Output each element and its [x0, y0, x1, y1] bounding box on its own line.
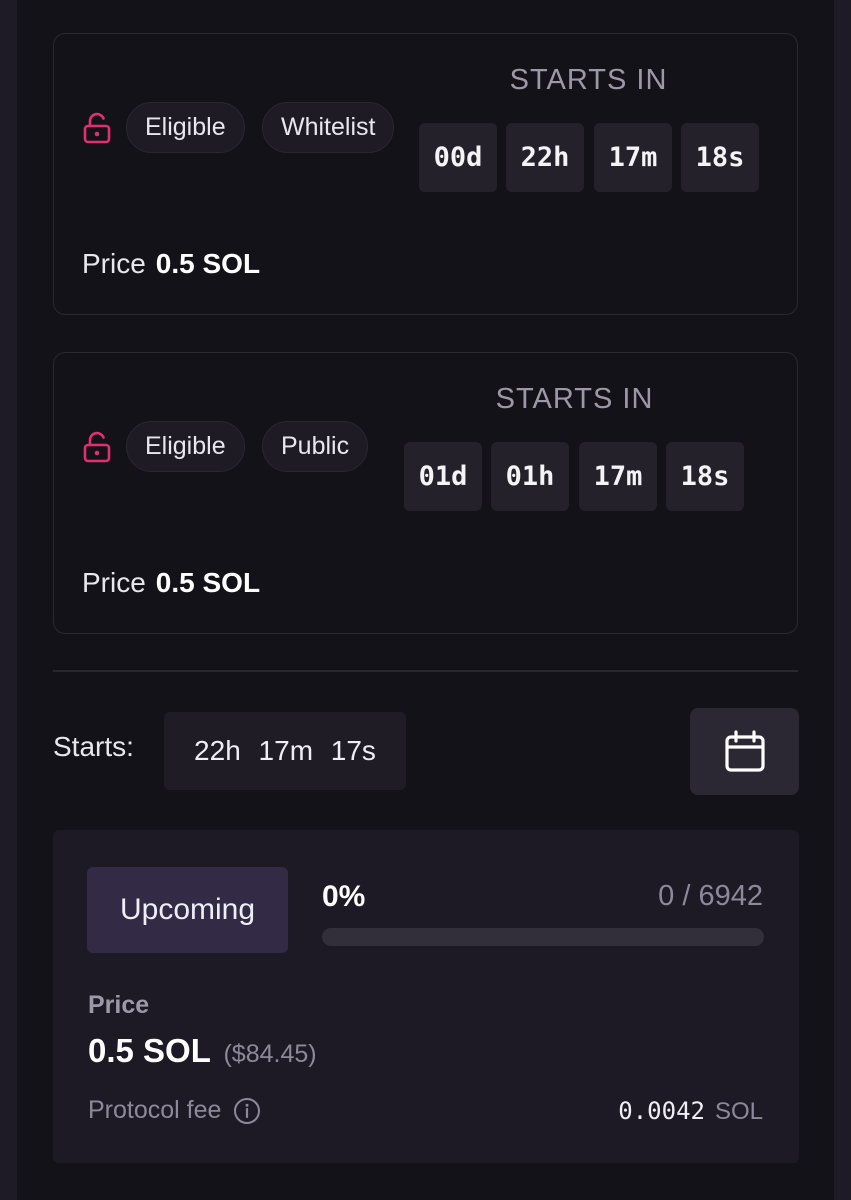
- price-label: Price: [88, 991, 150, 1019]
- price-value: 0.5 SOL: [155, 567, 261, 598]
- eligible-badge: Eligible: [126, 421, 245, 472]
- lock-open-icon: [83, 431, 111, 463]
- countdown-seconds: 18s: [681, 123, 759, 192]
- protocol-fee-value: 0.0042 SOL: [618, 1097, 763, 1126]
- price-value: 0.5 SOL ($84.45): [88, 1032, 317, 1070]
- fee-amount: 0.0042: [618, 1097, 705, 1125]
- price-usd: ($84.45): [223, 1040, 317, 1068]
- starts-label: Starts:: [53, 731, 134, 762]
- fee-unit: SOL: [714, 1098, 763, 1125]
- status-badge: Upcoming: [87, 867, 288, 953]
- mint-supply-count: 0 / 6942: [658, 880, 763, 912]
- countdown-hours: 22h: [506, 123, 584, 192]
- price-label: Price: [82, 567, 146, 598]
- countdown-minutes: 17m: [594, 123, 672, 192]
- price-value: 0.5 SOL: [155, 248, 261, 279]
- mint-progress-bar: [322, 928, 764, 946]
- calendar-icon: [724, 729, 765, 772]
- countdown-seconds: 18s: [666, 442, 744, 511]
- mint-progress-percent: 0%: [322, 880, 366, 913]
- phase-card-whitelist: Eligible Whitelist STARTS IN 00d 22h 17m…: [53, 33, 798, 315]
- info-icon[interactable]: [233, 1097, 261, 1125]
- protocol-fee-text: Protocol fee: [88, 1096, 222, 1124]
- phase-card-public: Eligible Public STARTS IN 01d 01h 17m 18…: [53, 352, 798, 634]
- mint-status-card: Upcoming 0% 0 / 6942 Price 0.5 SOL ($84.…: [53, 830, 799, 1163]
- starts-in-label: STARTS IN: [495, 383, 654, 415]
- section-divider: [53, 670, 798, 672]
- add-to-calendar-button[interactable]: [690, 708, 799, 795]
- countdown-minutes: 17m: [579, 442, 657, 511]
- countdown-days: 01d: [404, 442, 482, 511]
- price-label: Price: [82, 248, 146, 279]
- countdown-days: 00d: [419, 123, 497, 192]
- phase-type-badge: Public: [262, 421, 369, 472]
- starts-countdown: 22h 17m 17s: [164, 712, 406, 790]
- eligible-badge: Eligible: [126, 102, 245, 153]
- phase-type-badge: Whitelist: [262, 102, 395, 153]
- countdown-hours: 01h: [491, 442, 569, 511]
- starts-in-label: STARTS IN: [509, 64, 668, 96]
- price-sol: 0.5 SOL: [88, 1032, 211, 1069]
- lock-open-icon: [83, 112, 111, 144]
- phase-price: Price 0.5 SOL: [82, 567, 260, 599]
- protocol-fee-label: Protocol fee: [88, 1096, 261, 1125]
- phase-price: Price 0.5 SOL: [82, 248, 260, 280]
